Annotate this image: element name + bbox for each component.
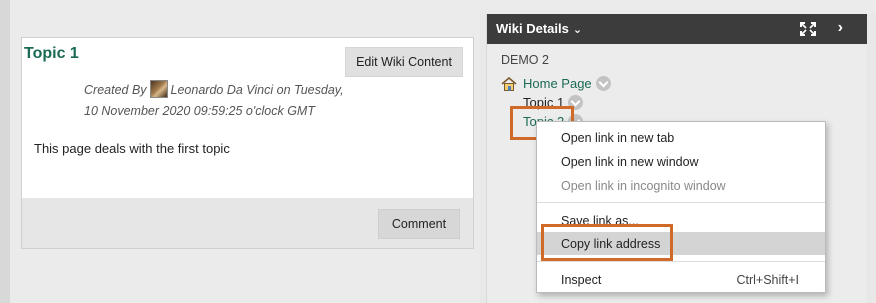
avatar — [149, 80, 168, 98]
context-menu: Open link in new tab Open link in new wi… — [536, 121, 826, 293]
content-area: Topic 1 Edit Wiki Content Created By Leon… — [0, 0, 480, 303]
menu-open-incognito[interactable]: Open link in incognito window — [537, 174, 825, 197]
created-by-label: Created By — [84, 83, 147, 97]
tree-item-home-page[interactable]: Home Page — [501, 76, 611, 91]
menu-item-label: Open link in new window — [561, 154, 699, 169]
edit-wiki-content-button[interactable]: Edit Wiki Content — [345, 47, 463, 77]
copy-link-highlight — [541, 224, 673, 261]
expand-icon[interactable] — [799, 21, 817, 37]
left-strip — [0, 0, 10, 303]
menu-separator — [537, 261, 825, 262]
chevron-down-icon[interactable] — [595, 76, 611, 91]
menu-shortcut: Ctrl+Shift+I — [736, 272, 799, 287]
comment-button[interactable]: Comment — [378, 209, 460, 239]
chevron-right-icon[interactable]: › — [838, 19, 843, 37]
author-and-day: Leonardo Da Vinci on Tuesday, — [170, 83, 344, 97]
menu-item-label: Inspect — [561, 272, 602, 287]
page-title: Topic 1 — [24, 45, 79, 62]
wiki-name: DEMO 2 — [501, 53, 549, 67]
page-meta: Created By Leonardo Da Vinci on Tuesday, … — [84, 80, 354, 122]
wiki-details-title: Wiki Details — [496, 21, 569, 36]
menu-separator — [537, 202, 825, 203]
page-body: This page deals with the first topic — [34, 141, 230, 156]
menu-inspect[interactable]: Inspect Ctrl+Shift+I — [537, 268, 825, 291]
tree-item-label: Home Page — [523, 76, 592, 91]
chevron-down-icon: ⌄ — [572, 24, 583, 36]
home-icon — [501, 76, 517, 91]
wiki-details-toggle[interactable]: Wiki Details ⌄ — [496, 21, 582, 36]
menu-item-label: Open link in new tab — [561, 130, 675, 145]
created-date: 10 November 2020 09:59:25 o'clock GMT — [84, 104, 315, 118]
card-footer: Comment — [22, 198, 473, 248]
menu-open-new-tab[interactable]: Open link in new tab — [537, 126, 825, 149]
wiki-details-header: Wiki Details ⌄ › — [487, 14, 867, 44]
menu-open-new-window[interactable]: Open link in new window — [537, 150, 825, 173]
menu-item-label: Open link in incognito window — [561, 178, 726, 193]
wiki-page-card: Topic 1 Edit Wiki Content Created By Leon… — [21, 37, 474, 249]
